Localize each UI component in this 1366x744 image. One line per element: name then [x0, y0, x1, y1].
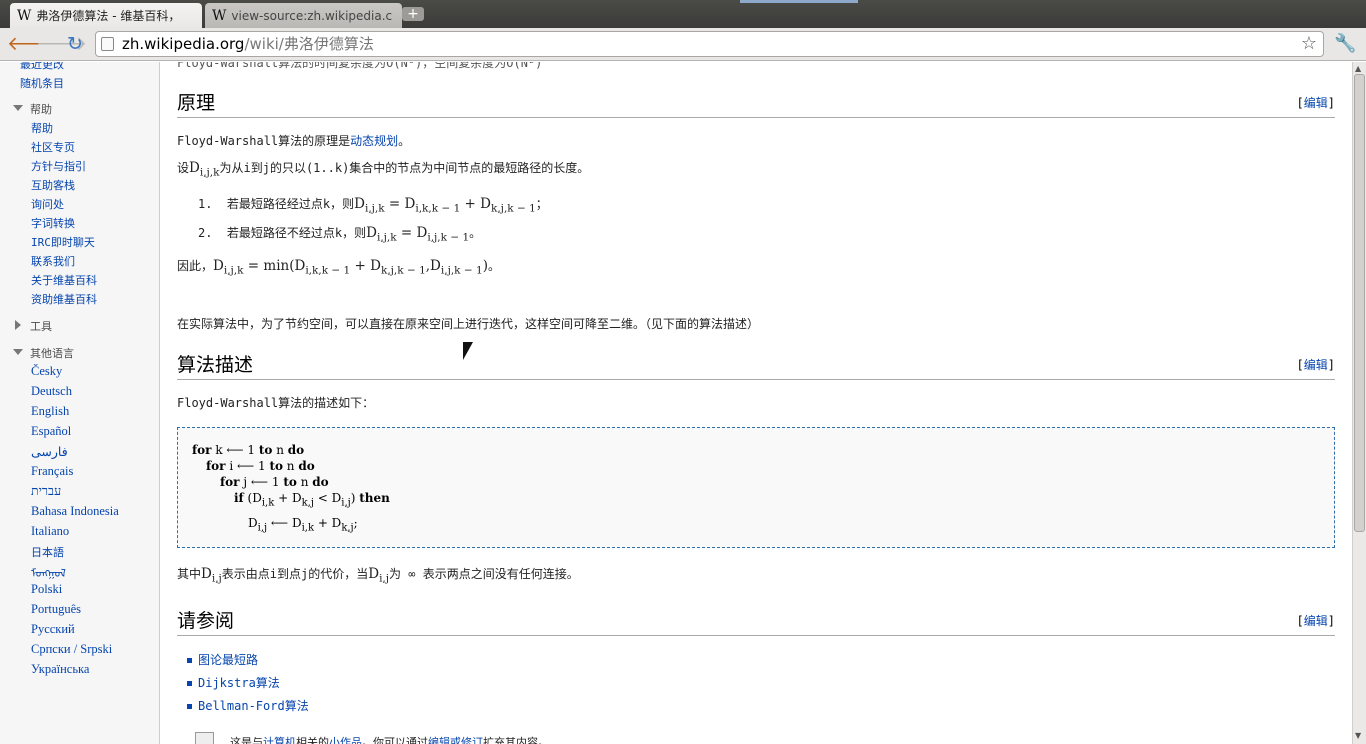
url-path: /wiki/弗洛伊德算法: [244, 35, 374, 53]
sidebar-heading-tools[interactable]: 工具: [30, 318, 52, 334]
window-title-indicator: [740, 0, 858, 3]
stub-notice: 这是与计算机相关的小作品。你可以通过编辑或修订扩充其内容。: [230, 734, 549, 744]
address-bar[interactable]: zh.wikipedia.org/wiki/弗洛伊德算法 ☆: [95, 31, 1324, 57]
scroll-up-arrow-icon[interactable]: ▲: [1355, 64, 1361, 73]
section-heading: 原理 [编辑]: [177, 88, 1335, 118]
lang-link[interactable]: ᠮᠣᠩᠭᠣᠯ: [31, 562, 66, 581]
edit-section: [编辑]: [1296, 96, 1335, 110]
lang-link[interactable]: Bahasa Indonesia: [31, 504, 119, 519]
mouse-cursor-icon: [463, 342, 473, 360]
edit-link[interactable]: 编辑: [1304, 358, 1328, 372]
edit-section: [编辑]: [1296, 358, 1335, 372]
sidebar-item-help[interactable]: 帮助: [31, 120, 53, 136]
stub-link[interactable]: 编辑或修订: [428, 736, 483, 744]
expanded-triangle-icon[interactable]: [13, 349, 23, 355]
forward-arrow-icon[interactable]: 🡒: [36, 33, 87, 55]
section-title: 请参阅: [177, 610, 235, 632]
sidebar-heading-help[interactable]: 帮助: [30, 101, 52, 117]
lang-link[interactable]: Deutsch: [31, 384, 72, 399]
see-also-link[interactable]: 图论最短路: [187, 651, 309, 674]
tab-title: view-source:zh.wikipedia.c: [231, 8, 393, 23]
section-title: 原理: [177, 92, 216, 114]
url-host: zh.wikipedia.org: [122, 35, 245, 53]
see-also-link[interactable]: Dijkstra算法: [187, 674, 309, 697]
lang-link[interactable]: Русский: [31, 622, 75, 637]
edit-link[interactable]: 编辑: [1304, 96, 1328, 110]
sidebar-item-recent-changes[interactable]: 最近更改: [20, 62, 64, 72]
sidebar-item-village-pump[interactable]: 互助客栈: [31, 177, 75, 193]
bookmark-star-icon[interactable]: ☆: [1301, 32, 1317, 56]
browser-toolbar: 🡐 🡒 ↻ zh.wikipedia.org/wiki/弗洛伊德算法 ☆ 🔧: [0, 28, 1366, 61]
reload-icon[interactable]: ↻: [64, 33, 86, 55]
lang-link[interactable]: Italiano: [31, 524, 69, 539]
sidebar-item-about[interactable]: 关于维基百科: [31, 272, 97, 288]
see-also-list: 图论最短路 Dijkstra算法 Bellman-Ford算法: [187, 651, 309, 720]
wrench-menu-icon[interactable]: 🔧: [1334, 33, 1356, 54]
paragraph: 在实际算法中，为了节约空间，可以直接在原来空间上进行迭代，这样空间可降至二维。（…: [177, 317, 760, 331]
new-tab-button[interactable]: +: [402, 7, 424, 21]
lang-link[interactable]: Česky: [31, 364, 62, 379]
page-viewport: 最近更改 随机条目 帮助 帮助 社区专页 方针与指引 互助客栈 询问处 字词转换…: [0, 62, 1352, 744]
article-content: Floyd-Warshall算法的时间复杂度为O(N³)，空间复杂度为O(N²)…: [160, 62, 1352, 744]
lang-link[interactable]: עברית: [31, 484, 61, 499]
sidebar-item-reference-desk[interactable]: 询问处: [31, 196, 64, 212]
sidebar-item-policy[interactable]: 方针与指引: [31, 158, 86, 174]
wikipedia-favicon-icon: W: [17, 7, 32, 24]
page-icon: [101, 37, 114, 51]
sidebar-item-conversion[interactable]: 字词转换: [31, 215, 75, 231]
tab-view-source[interactable]: W view-source:zh.wikipedia.c: [205, 3, 402, 28]
lang-link[interactable]: 日本語: [31, 544, 64, 560]
edit-link[interactable]: 编辑: [1304, 614, 1328, 628]
lang-link[interactable]: فارسی: [31, 444, 68, 460]
sidebar-item-donate[interactable]: 资助维基百科: [31, 291, 97, 307]
tab-wikipedia-article[interactable]: W 弗洛伊德算法 - 维基百科，: [10, 3, 202, 28]
section-heading: 请参阅 [编辑]: [177, 606, 1335, 636]
lang-link[interactable]: Português: [31, 602, 81, 617]
sidebar-heading-languages[interactable]: 其他语言: [30, 345, 74, 361]
paragraph: Floyd-Warshall算法的原理是动态规划。: [177, 134, 411, 148]
collapsed-triangle-icon[interactable]: [15, 320, 21, 330]
paragraph: Floyd-Warshall算法的描述如下：: [177, 396, 375, 410]
expanded-triangle-icon[interactable]: [13, 105, 23, 111]
paragraph: 其中Di,j表示由点i到点j的代价，当Di,j为 ∞ 表示两点之间没有任何连接。: [177, 566, 579, 585]
sidebar-item-random[interactable]: 随机条目: [20, 75, 64, 91]
section-title: 算法描述: [177, 354, 254, 376]
wikipedia-favicon-icon: W: [212, 7, 227, 24]
link-dynamic-programming[interactable]: 动态规划: [350, 134, 398, 148]
lang-link[interactable]: Українська: [31, 662, 89, 677]
paragraph: 因此，Di,j,k = min(Di,k,k − 1 + Dk,j,k − 1,…: [177, 258, 500, 277]
lang-link[interactable]: Српски / Srpski: [31, 642, 112, 657]
lang-link[interactable]: English: [31, 404, 69, 419]
list-item: 2. 若最短路径不经过点k，则Di,j,k = Di,j,k − 1。: [198, 225, 482, 244]
lang-link[interactable]: Français: [31, 464, 73, 479]
complexity-fragment: Floyd-Warshall算法的时间复杂度为O(N³)，空间复杂度为O(N²): [177, 62, 543, 70]
scroll-down-arrow-icon[interactable]: ▼: [1355, 731, 1361, 740]
stub-link[interactable]: 小作品: [329, 736, 362, 744]
section-heading: 算法描述 [编辑]: [177, 350, 1335, 380]
sidebar-item-irc[interactable]: IRC即时聊天: [31, 234, 95, 250]
stub-icon: [195, 732, 214, 744]
vertical-scrollbar[interactable]: ▲ ▼: [1352, 62, 1366, 744]
tab-strip: W 弗洛伊德算法 - 维基百科， W view-source:zh.wikipe…: [0, 0, 1366, 28]
sidebar: 最近更改 随机条目 帮助 帮助 社区专页 方针与指引 互助客栈 询问处 字词转换…: [0, 62, 160, 744]
list-item: 1. 若最短路径经过点k，则Di,j,k = Di,k,k − 1 + Dk,j…: [198, 196, 548, 215]
tab-title: 弗洛伊德算法 - 维基百科，: [36, 9, 181, 23]
stub-link[interactable]: 计算机: [263, 736, 296, 744]
paragraph: 设Di,j,k为从i到j的只以(1..k)集合中的节点为中间节点的最短路径的长度…: [177, 160, 590, 179]
scrollbar-thumb[interactable]: [1354, 74, 1365, 532]
sidebar-item-contact[interactable]: 联系我们: [31, 253, 75, 269]
edit-section: [编辑]: [1296, 614, 1335, 628]
lang-link[interactable]: Español: [31, 424, 71, 439]
see-also-link[interactable]: Bellman-Ford算法: [187, 697, 309, 720]
back-arrow-icon[interactable]: 🡐: [7, 33, 58, 55]
sidebar-item-portal[interactable]: 社区专页: [31, 139, 75, 155]
lang-link[interactable]: Polski: [31, 582, 62, 597]
pseudocode-block: for k ⟵ 1 to n do for i ⟵ 1 to n do for …: [177, 427, 1335, 548]
